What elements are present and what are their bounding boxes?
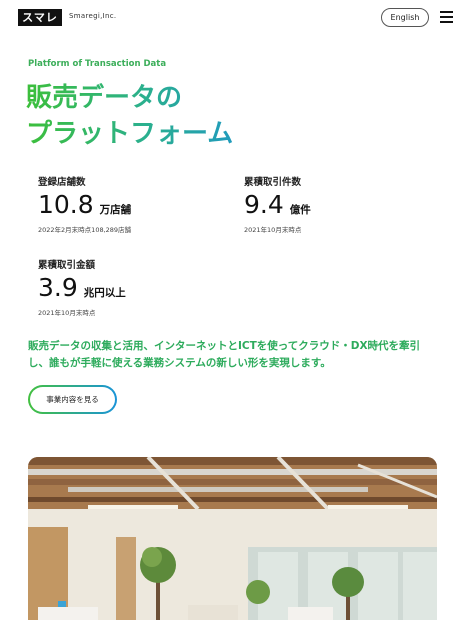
- stat-label: 登録店舗数: [38, 177, 86, 188]
- stat-number: 3.9: [38, 273, 78, 302]
- company-description: 販売データの収集と活用、インターネットとICTを使ってクラウド・DX時代を牽引し…: [28, 340, 421, 369]
- stat-value-row: 9.4 億件: [244, 190, 311, 219]
- stat-note: 2021年10月末時点: [244, 226, 302, 234]
- stat-number: 10.8: [38, 190, 94, 219]
- company-name: Smaregi,Inc.: [69, 12, 117, 20]
- office-photo-illustration: [28, 457, 437, 620]
- hero-title-line-1: 販売データの: [26, 80, 286, 116]
- english-language-button[interactable]: English: [381, 8, 429, 27]
- stat-number: 9.4: [244, 190, 284, 219]
- hero-eyebrow: Platform of Transaction Data: [28, 59, 167, 69]
- stat-label: 累積取引金額: [38, 260, 96, 271]
- site-header: スマレジ Smaregi,Inc. English: [0, 0, 465, 41]
- stat-cumulative-transactions: 累積取引件数 9.4 億件 2021年10月末時点: [244, 174, 311, 234]
- stat-unit: 億件: [289, 204, 311, 216]
- view-business-button[interactable]: 事業内容を見る: [28, 385, 117, 414]
- stat-registered-stores: 登録店舗数 10.8 万店舗 2022年2月末時点108,289店舗: [38, 174, 131, 234]
- stat-value-row: 10.8 万店舗: [38, 190, 131, 219]
- stat-cumulative-amount: 累積取引金額 3.9 兆円以上 2021年10月末時点: [38, 257, 126, 317]
- stat-note: 2022年2月末時点108,289店舗: [38, 226, 132, 234]
- office-photo: [28, 457, 437, 620]
- stat-unit: 万店舗: [99, 204, 132, 216]
- hamburger-icon[interactable]: [440, 11, 453, 23]
- hero-title-line-2: プラットフォーム: [26, 116, 286, 152]
- stat-value-row: 3.9 兆円以上: [38, 273, 126, 302]
- stat-note: 2021年10月末時点: [38, 309, 96, 317]
- smaregi-logo[interactable]: スマレジ: [18, 9, 62, 41]
- stat-label: 累積取引件数: [244, 177, 302, 188]
- stat-unit: 兆円以上: [83, 287, 126, 299]
